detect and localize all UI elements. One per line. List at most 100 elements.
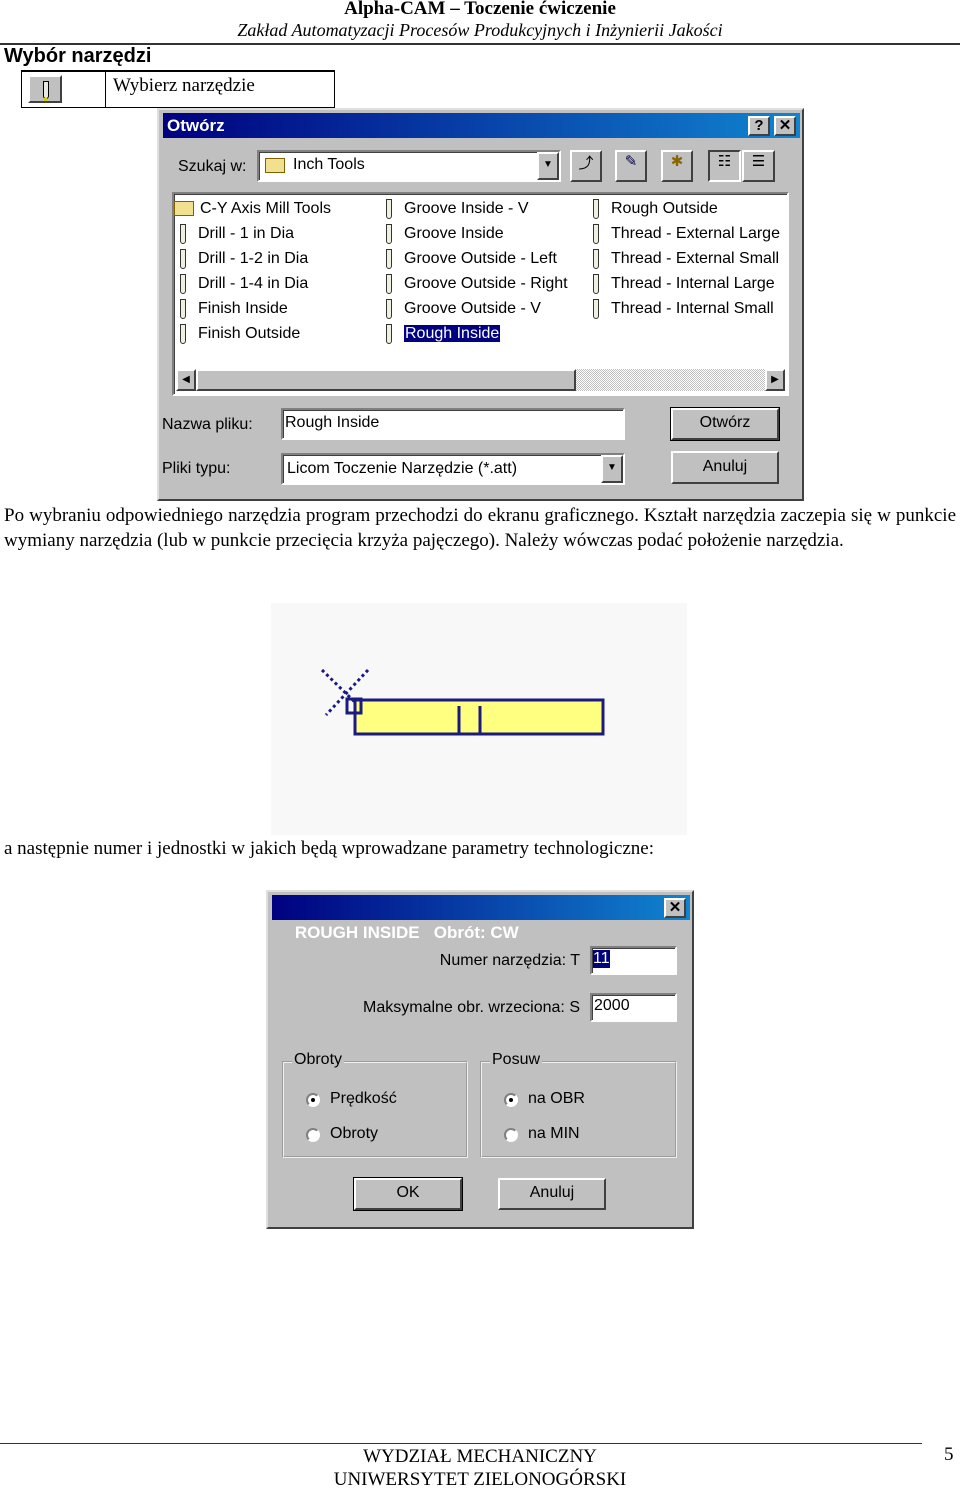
filetype-value: Licom Toczenie Narzędzie (*.att) bbox=[287, 460, 518, 477]
file-name: Thread - Internal Large bbox=[611, 275, 775, 292]
scroll-right-arrow-icon[interactable]: ▶ bbox=[765, 369, 785, 391]
file-list-item[interactable]: Thread - Internal Small bbox=[593, 298, 774, 320]
tool-dialog-title: ROUGH INSIDE Obrót: CW bbox=[294, 923, 519, 942]
file-name: Groove Inside - V bbox=[404, 200, 529, 217]
file-name: Groove Inside bbox=[404, 225, 504, 242]
file-list-item[interactable]: Finish Outside bbox=[180, 323, 300, 345]
close-button[interactable]: ✕ bbox=[774, 116, 796, 136]
tool-icon bbox=[386, 323, 392, 344]
radio-speed-label[interactable]: Prędkość bbox=[330, 1090, 397, 1108]
tool-icon bbox=[386, 273, 392, 294]
horizontal-scrollbar[interactable]: ◀ ▶ bbox=[176, 369, 785, 391]
file-list-item[interactable]: Groove Inside - V bbox=[386, 198, 529, 220]
file-list-item[interactable]: Drill - 1 in Dia bbox=[180, 223, 294, 245]
look-in-value: Inch Tools bbox=[293, 156, 365, 173]
tool-number-label: Numer narzędzia: T bbox=[439, 952, 580, 969]
filename-value: Rough Inside bbox=[285, 414, 380, 431]
footer-faculty: WYDZIAŁ MECHANICZNY bbox=[363, 1446, 597, 1467]
help-button[interactable]: ? bbox=[748, 116, 770, 136]
filetype-label: Pliki typu: bbox=[162, 460, 231, 477]
file-list-item[interactable]: Drill - 1-2 in Dia bbox=[180, 248, 308, 270]
body-paragraph: Po wybraniu odpowiedniego narzędzia prog… bbox=[4, 505, 956, 551]
open-button[interactable]: Otwórz bbox=[670, 407, 780, 441]
folder-icon bbox=[265, 158, 285, 173]
tool-icon bbox=[593, 198, 599, 219]
radio-per-min[interactable] bbox=[504, 1128, 518, 1142]
file-list-item[interactable]: C-Y Axis Mill Tools bbox=[174, 198, 331, 220]
radio-per-rev-label[interactable]: na OBR bbox=[528, 1090, 585, 1108]
radio-per-min-label[interactable]: na MIN bbox=[528, 1125, 580, 1143]
scrollbar-thumb[interactable] bbox=[196, 369, 576, 391]
tool-icon bbox=[386, 298, 392, 319]
file-list-item[interactable]: Groove Outside - Right bbox=[386, 273, 568, 295]
list-view-icon[interactable]: ☷ bbox=[708, 150, 741, 182]
up-folder-icon[interactable]: ⤴ bbox=[570, 150, 602, 182]
tool-icon bbox=[386, 198, 392, 219]
open-dialog-titlebar: Otwórz ? ✕ bbox=[163, 113, 800, 138]
file-list-item[interactable]: Groove Inside bbox=[386, 223, 504, 245]
look-in-label: Szukaj w: bbox=[178, 158, 247, 175]
file-name: Thread - Internal Small bbox=[611, 300, 774, 317]
file-name: Drill - 1 in Dia bbox=[198, 225, 295, 242]
rough-inside-tool-drawing bbox=[320, 668, 605, 736]
open-dialog: Otwórz ? ✕ Szukaj w: Inch Tools ▼ ⤴ ✎ ✱ … bbox=[157, 108, 804, 501]
filename-input[interactable]: Rough Inside bbox=[281, 408, 625, 440]
tool-icon bbox=[593, 248, 599, 269]
max-speed-value: 2000 bbox=[594, 997, 630, 1014]
file-list-item[interactable]: Rough Outside bbox=[593, 198, 718, 220]
footer-divider bbox=[0, 1443, 922, 1444]
file-list[interactable]: C-Y Axis Mill Tools Drill - 1 in Dia Drill… bbox=[172, 192, 789, 396]
radio-speed[interactable] bbox=[306, 1093, 320, 1107]
max-speed-input[interactable]: 2000 bbox=[590, 993, 677, 1022]
cancel-button[interactable]: Anuluj bbox=[671, 451, 779, 484]
ok-button[interactable]: OK bbox=[353, 1177, 463, 1211]
tool-icon bbox=[593, 273, 599, 294]
max-speed-label: Maksymalne obr. wrzeciona: S bbox=[363, 999, 580, 1016]
radio-rpm[interactable] bbox=[306, 1128, 320, 1142]
close-button[interactable]: ✕ bbox=[664, 898, 686, 918]
file-name: Groove Outside - V bbox=[404, 300, 541, 317]
file-list-item[interactable]: Finish Inside bbox=[180, 298, 288, 320]
tool-icon bbox=[180, 298, 186, 319]
tool-icon bbox=[43, 81, 49, 101]
tool-params-dialog: ROUGH INSIDE Obrót: CW ✕ Numer narzędzia… bbox=[266, 890, 694, 1229]
file-name: C-Y Axis Mill Tools bbox=[200, 200, 331, 217]
tool-number-input[interactable]: 11 bbox=[590, 946, 677, 975]
document-subtitle: Zakład Automatyzacji Procesów Produkcyjn… bbox=[237, 20, 723, 40]
feed-group: Posuw na OBR na MIN bbox=[480, 1051, 677, 1158]
new-folder-icon[interactable]: ✱ bbox=[661, 150, 693, 182]
filetype-combo[interactable]: Licom Toczenie Narzędzie (*.att) ▼ bbox=[281, 453, 625, 485]
file-list-item[interactable]: Rough Inside bbox=[386, 323, 502, 345]
dropdown-arrow-icon[interactable]: ▼ bbox=[601, 455, 623, 483]
select-tool-button[interactable] bbox=[28, 75, 62, 103]
tool-icon bbox=[593, 298, 599, 319]
details-view-icon[interactable]: ☰ bbox=[742, 150, 775, 182]
open-dialog-title: Otwórz bbox=[167, 116, 225, 135]
file-list-item[interactable]: Drill - 1-4 in Dia bbox=[180, 273, 308, 295]
file-name: Groove Outside - Left bbox=[404, 250, 557, 267]
desktop-icon[interactable]: ✎ bbox=[615, 150, 647, 182]
speed-group-label: Obroty bbox=[292, 1051, 345, 1069]
tool-icon bbox=[180, 248, 186, 269]
cancel-button[interactable]: Anuluj bbox=[498, 1178, 606, 1210]
section-title: Wybór narzędzi bbox=[4, 45, 152, 67]
file-list-item[interactable]: Thread - Internal Large bbox=[593, 273, 775, 295]
tool-icon bbox=[593, 223, 599, 244]
tool-icon bbox=[180, 223, 186, 244]
file-list-item[interactable]: Groove Outside - Left bbox=[386, 248, 557, 270]
file-list-item[interactable]: Thread - External Small bbox=[593, 248, 779, 270]
footer-university: UNIWERSYTET ZIELONOGÓRSKI bbox=[333, 1469, 627, 1490]
radio-rpm-label[interactable]: Obroty bbox=[330, 1125, 378, 1143]
dropdown-arrow-icon[interactable]: ▼ bbox=[537, 152, 559, 180]
file-name: Groove Outside - Right bbox=[404, 275, 568, 292]
scroll-left-arrow-icon[interactable]: ◀ bbox=[176, 369, 196, 391]
file-list-item[interactable]: Groove Outside - V bbox=[386, 298, 541, 320]
file-list-item[interactable]: Thread - External Large bbox=[593, 223, 780, 245]
tool-number-value: 11 bbox=[593, 950, 610, 968]
tool-select-table: Wybierz narzędzie bbox=[21, 70, 335, 108]
tool-icon bbox=[386, 223, 392, 244]
folder-icon bbox=[174, 201, 194, 217]
look-in-combo[interactable]: Inch Tools ▼ bbox=[257, 150, 561, 182]
radio-per-rev[interactable] bbox=[504, 1093, 518, 1107]
file-name: Finish Outside bbox=[198, 325, 301, 342]
